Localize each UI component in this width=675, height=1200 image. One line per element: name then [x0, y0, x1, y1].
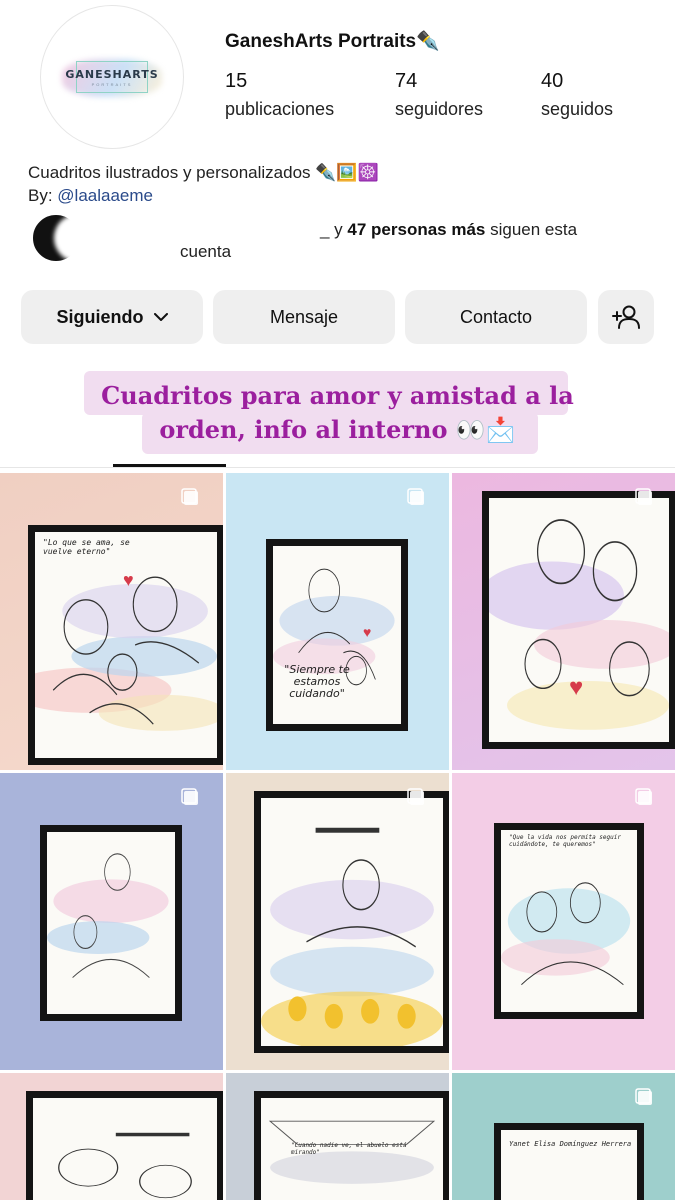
stat-following[interactable]: 40 seguidos	[541, 70, 613, 120]
stat-following-label: seguidos	[541, 99, 614, 119]
multiple-posts-icon	[635, 788, 652, 805]
post-tile[interactable]	[0, 1073, 223, 1200]
bio-line: Cuadritos ilustrados y personalizados ✒️…	[28, 163, 379, 182]
post-quote: "Siempre te estamos cuidando"	[284, 663, 350, 700]
contact-button[interactable]: Contacto	[405, 290, 587, 344]
heart-icon: ♥	[363, 624, 372, 640]
mutual-count: 47 personas más	[347, 220, 486, 239]
message-button[interactable]: Mensaje	[213, 290, 395, 344]
add-person-icon	[612, 305, 640, 329]
profile-username: GaneshArts Portraits✒️	[225, 31, 440, 52]
multiple-posts-icon	[407, 788, 424, 805]
multiple-posts-icon	[181, 788, 198, 805]
stat-following-count: 40	[541, 70, 564, 92]
logo-subtext: PORTRAITS	[91, 81, 133, 87]
post-tile[interactable]	[0, 773, 223, 1070]
tab-divider	[0, 467, 675, 468]
following-label: Siguiendo	[56, 306, 144, 327]
stat-followers-label: seguidores	[395, 99, 484, 119]
heart-icon: ♥	[569, 674, 584, 701]
stat-followers[interactable]: 74 seguidores	[395, 70, 483, 120]
stat-followers-count: 74	[395, 70, 418, 92]
tab-active-indicator	[113, 464, 226, 467]
post-tile[interactable]: "Lo que se ama, se vuelve eterno" ♥	[0, 473, 223, 770]
brand-logo: GANESHARTS PORTRAITS	[56, 55, 168, 99]
bio-handle-link[interactable]: @laalaaeme	[57, 186, 153, 205]
stat-posts-label: publicaciones	[225, 99, 335, 119]
message-label: Mensaje	[269, 306, 339, 327]
highlight-text-line2: orden, info al interno 👀📩	[159, 415, 516, 444]
multiple-posts-icon	[635, 1088, 652, 1105]
mutual-followers-avatars[interactable]	[30, 212, 160, 264]
chevron-down-icon	[153, 312, 168, 321]
post-tile[interactable]: "Que la vida nos permita seguir cuidándo…	[452, 773, 675, 1070]
post-tile[interactable]: "Cuando nadie ve, el abuelo está mirando…	[226, 1073, 449, 1200]
post-quote: "Cuando nadie ve, el abuelo está mirando…	[291, 1142, 407, 1156]
post-quote: "Que la vida nos permita seguir cuidándo…	[509, 834, 621, 848]
profile-bio: Cuadritos ilustrados y personalizados ✒️…	[28, 161, 379, 207]
contact-label: Contacto	[459, 306, 533, 327]
stat-posts-count: 15	[225, 70, 248, 92]
redacted-names	[180, 221, 320, 235]
heart-icon: ♥	[123, 570, 134, 590]
post-tile[interactable]: Yanet Elisa Domínguez Herrera	[452, 1073, 675, 1200]
redacted-area	[54, 214, 160, 262]
bio-by-label: By:	[28, 186, 58, 205]
highlight-text-line1: Cuadritos para amor y amistad a la	[101, 381, 574, 410]
post-tile[interactable]	[226, 773, 449, 1070]
multiple-posts-icon	[407, 488, 424, 505]
post-quote: Yanet Elisa Domínguez Herrera	[509, 1140, 632, 1148]
mutual-followers-text[interactable]: _ y 47 personas más siguen esta cuenta	[180, 219, 620, 263]
logo-text: GANESHARTS	[65, 67, 159, 81]
multiple-posts-icon	[181, 488, 198, 505]
profile-avatar[interactable]: GANESHARTS PORTRAITS	[40, 5, 184, 149]
stat-posts[interactable]: 15 publicaciones	[225, 70, 334, 120]
post-tile[interactable]: ♥ "Siempre te estamos cuidando"	[226, 473, 449, 770]
bio-by-line: By: @laalaaeme	[28, 184, 379, 207]
post-tile[interactable]: ♥	[452, 473, 675, 770]
post-quote: "Lo que se ama, se vuelve eterno"	[43, 538, 130, 556]
suggest-people-button[interactable]	[598, 290, 654, 344]
multiple-posts-icon	[635, 488, 652, 505]
mutual-prefix: _ y	[320, 220, 348, 239]
following-button[interactable]: Siguiendo	[21, 290, 203, 344]
